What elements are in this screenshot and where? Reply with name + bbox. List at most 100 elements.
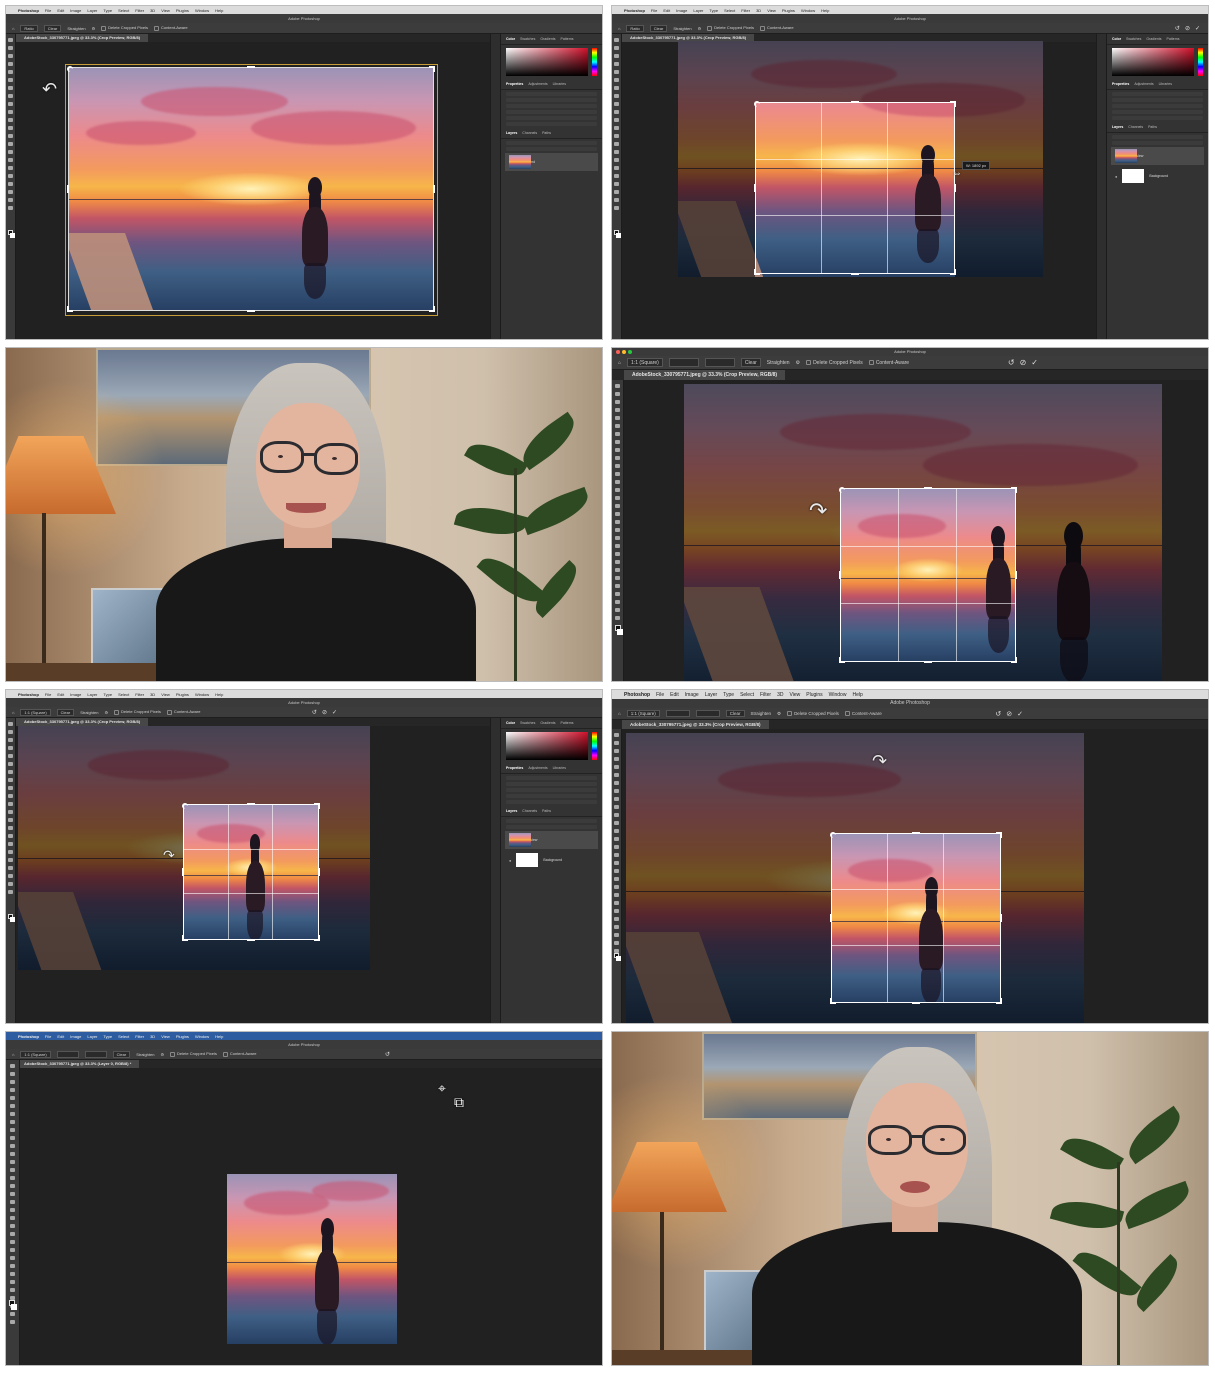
ratio-preset-select[interactable]: Ratio [626, 24, 644, 32]
menu-image[interactable]: Image [685, 692, 699, 698]
properties-panel-tabs[interactable]: Properties Adjustments Libraries [501, 79, 602, 90]
menu-help[interactable]: Help [215, 8, 223, 13]
clear-button[interactable]: Clear [112, 1050, 131, 1058]
menu-3d[interactable]: 3D [777, 692, 783, 698]
layer-crop-preview[interactable]: ● Crop Preview [1111, 147, 1204, 165]
menu-file[interactable]: File [45, 1034, 51, 1039]
layers-panel-tabs[interactable]: Layers Channels Paths [501, 128, 602, 139]
menu-type[interactable]: Type [709, 8, 718, 13]
clear-button[interactable]: Clear [740, 358, 761, 367]
menu-layer[interactable]: Layer [87, 692, 97, 697]
menu-select[interactable]: Select [724, 8, 735, 13]
reset-icon[interactable]: ↺ [312, 709, 317, 716]
menu-file[interactable]: File [656, 692, 664, 698]
document-tab[interactable]: AdobeStock_330795771.jpeg @ 33.3% (Crop … [16, 34, 149, 42]
content-aware-checkbox[interactable]: Content-Aware [166, 709, 200, 715]
color-picker[interactable] [506, 732, 597, 760]
menu-plugins[interactable]: Plugins [176, 692, 189, 697]
width-field[interactable] [665, 710, 690, 717]
background-color-swatch[interactable] [616, 233, 621, 238]
menu-layer[interactable]: Layer [693, 8, 703, 13]
menu-3d[interactable]: 3D [756, 8, 761, 13]
menu-app-name[interactable]: Photoshop [624, 692, 650, 698]
ratio-preset-select[interactable]: Ratio [20, 24, 38, 32]
menu-help[interactable]: Help [852, 692, 862, 698]
delete-cropped-pixels-checkbox[interactable]: Delete Cropped Pixels [806, 360, 863, 366]
crop-box[interactable] [182, 803, 320, 941]
menu-plugins[interactable]: Plugins [806, 692, 822, 698]
reset-icon[interactable]: ↺ [385, 1051, 390, 1058]
menu-type[interactable]: Type [103, 1034, 112, 1039]
ratio-preset-select[interactable]: 1:1 (Square) [627, 358, 663, 367]
gear-icon[interactable]: ⚙ [796, 360, 800, 366]
menu-plugins[interactable]: Plugins [782, 8, 795, 13]
menu-file[interactable]: File [651, 8, 657, 13]
straighten-button[interactable]: Straighten [80, 710, 98, 715]
delete-cropped-pixels-checkbox[interactable]: Delete Cropped Pixels [787, 711, 839, 717]
menu-image[interactable]: Image [70, 1034, 81, 1039]
home-icon[interactable]: ⌂ [618, 26, 620, 31]
menu-type[interactable]: Type [103, 8, 112, 13]
commit-check-icon[interactable]: ✓ [1017, 710, 1023, 718]
delete-cropped-pixels-checkbox[interactable]: Delete Cropped Pixels [170, 1051, 217, 1057]
background-color-swatch[interactable] [617, 629, 623, 635]
menu-type[interactable]: Type [103, 692, 112, 697]
menu-window[interactable]: Window [195, 8, 209, 13]
reset-icon[interactable]: ↺ [1008, 358, 1015, 367]
menu-file[interactable]: File [45, 692, 51, 697]
straighten-button[interactable]: Straighten [767, 360, 790, 366]
height-field[interactable] [704, 358, 735, 367]
menu-edit[interactable]: Edit [670, 692, 679, 698]
document-tab[interactable]: AdobeStock_330795771.jpeg @ 33.3% (Layer… [16, 1060, 140, 1068]
menu-filter[interactable]: Filter [135, 1034, 144, 1039]
home-icon[interactable]: ⌂ [618, 360, 621, 366]
menu-view[interactable]: View [790, 692, 801, 698]
delete-cropped-pixels-checkbox[interactable]: Delete Cropped Pixels [101, 25, 148, 31]
layer-background[interactable]: ● Background [505, 851, 598, 869]
menu-view[interactable]: View [161, 8, 170, 13]
menu-app-name[interactable]: Photoshop [624, 8, 645, 13]
height-field[interactable] [84, 1050, 107, 1058]
menu-select[interactable]: Select [740, 692, 754, 698]
menu-edit[interactable]: Edit [57, 8, 64, 13]
menu-app-name[interactable]: Photoshop [18, 8, 39, 13]
cancel-icon[interactable]: ⊘ [322, 709, 327, 716]
delete-cropped-pixels-checkbox[interactable]: Delete Cropped Pixels [707, 25, 754, 31]
content-aware-checkbox[interactable]: Content-Aware [868, 360, 909, 366]
reset-icon[interactable]: ↺ [995, 710, 1001, 718]
menu-3d[interactable]: 3D [150, 692, 155, 697]
color-panel-tabs[interactable]: Color Swatches Gradients Patterns [501, 718, 602, 729]
background-color-swatch[interactable] [10, 233, 15, 238]
menu-help[interactable]: Help [215, 1034, 223, 1039]
layer-background[interactable]: ● Background [505, 153, 598, 171]
menu-layer[interactable]: Layer [87, 8, 97, 13]
clear-button[interactable]: Clear [56, 708, 75, 716]
menu-window[interactable]: Window [195, 692, 209, 697]
menu-edit[interactable]: Edit [663, 8, 670, 13]
eye-icon[interactable]: ● [509, 858, 511, 863]
menu-plugins[interactable]: Plugins [176, 1034, 189, 1039]
width-field[interactable] [668, 358, 699, 367]
background-color-swatch[interactable] [10, 917, 15, 922]
menu-3d[interactable]: 3D [150, 1034, 155, 1039]
gear-icon[interactable]: ⚙ [777, 711, 781, 717]
menu-edit[interactable]: Edit [57, 692, 64, 697]
home-icon[interactable]: ⌂ [618, 711, 621, 716]
background-color-swatch[interactable] [11, 1304, 17, 1310]
menu-window[interactable]: Window [195, 1034, 209, 1039]
menu-app-name[interactable]: Photoshop [18, 1034, 39, 1039]
hue-slider[interactable] [592, 48, 597, 76]
layers-panel-tabs[interactable]: Layers Channels Paths [1107, 122, 1208, 133]
hue-slider[interactable] [1198, 48, 1203, 76]
commit-check-icon[interactable]: ✓ [332, 709, 337, 716]
delete-cropped-pixels-checkbox[interactable]: Delete Cropped Pixels [114, 709, 161, 715]
cancel-icon[interactable]: ⊘ [1006, 710, 1012, 718]
eye-icon[interactable]: ● [1115, 174, 1117, 179]
menu-app-name[interactable]: Photoshop [18, 692, 39, 697]
menu-select[interactable]: Select [118, 692, 129, 697]
straighten-button[interactable]: Straighten [67, 26, 85, 31]
home-icon[interactable]: ⌂ [12, 1052, 14, 1057]
menu-select[interactable]: Select [118, 8, 129, 13]
menu-view[interactable]: View [767, 8, 776, 13]
menu-filter[interactable]: Filter [760, 692, 771, 698]
